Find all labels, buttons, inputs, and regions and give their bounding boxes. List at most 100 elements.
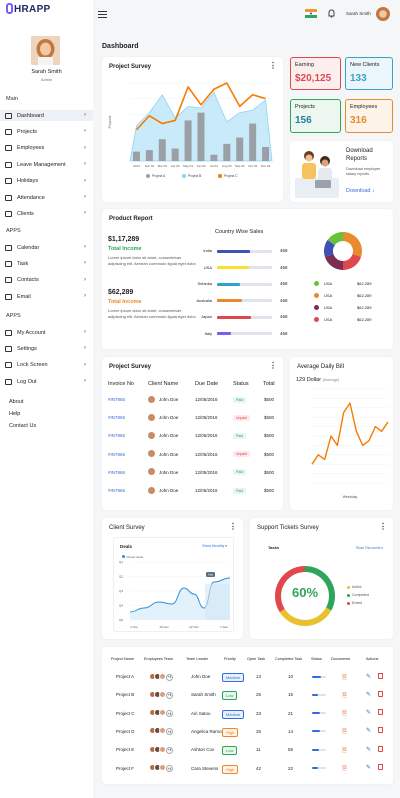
- country-value: 468: [280, 248, 288, 253]
- y-axis-label: Projects: [108, 115, 112, 128]
- legend-dot: [314, 293, 319, 298]
- sidebar-app-1[interactable]: Task ›: [0, 258, 93, 269]
- delete-icon[interactable]: [378, 764, 383, 770]
- status-badge: Paid: [233, 432, 247, 439]
- y-tick-label: Q2: [119, 575, 123, 579]
- more-options-icon[interactable]: ⋮: [269, 62, 277, 70]
- team-extra-count: +4: [166, 746, 173, 754]
- sidebar-app2-0[interactable]: My Account ›: [0, 327, 93, 338]
- sidebar-item-4[interactable]: Holidays ›: [0, 176, 93, 187]
- document-icon[interactable]: 🗎: [342, 709, 347, 719]
- bar-project-a: [223, 143, 231, 161]
- edit-icon[interactable]: ✎: [366, 764, 371, 771]
- y-tick-label: Q3: [119, 589, 123, 593]
- nav-label: Task: [17, 260, 29, 267]
- sidebar-app2-2[interactable]: Lock Screen ›: [0, 360, 93, 371]
- invoice-link[interactable]: #IN7865: [108, 433, 125, 438]
- legend-label: Project A: [152, 174, 166, 178]
- sidebar-app-0[interactable]: Calendar ›: [0, 242, 93, 253]
- sidebar-item-3[interactable]: Leave Management ›: [0, 159, 93, 170]
- sidebar-app2-3[interactable]: Log Out ›: [0, 376, 93, 387]
- document-icon[interactable]: 🗎: [342, 673, 347, 683]
- product-report-title: Product Report: [109, 216, 153, 222]
- edit-icon[interactable]: ✎: [366, 691, 371, 698]
- document-icon[interactable]: 🗎: [342, 691, 347, 701]
- tasks-filter-link[interactable]: Show This month ▾: [356, 546, 383, 550]
- nav-icon: [5, 378, 12, 385]
- more-options-icon[interactable]: ⋮: [269, 362, 277, 370]
- invoice-link[interactable]: #IN7865: [108, 488, 125, 493]
- chevron-right-icon: ›: [84, 112, 86, 118]
- sidebar-item-0[interactable]: Dashboard ›: [0, 110, 93, 121]
- sidebar-app-3[interactable]: Email ›: [0, 291, 93, 302]
- delete-icon[interactable]: [378, 690, 383, 697]
- sidebar-app2-1[interactable]: Settings ›: [0, 343, 93, 354]
- sidebar-item-1[interactable]: Projects ›: [0, 126, 93, 137]
- country-bar: [217, 249, 272, 253]
- download-link[interactable]: Download ↓: [346, 188, 375, 194]
- document-icon[interactable]: 🗎: [342, 746, 347, 756]
- link-about[interactable]: About: [9, 399, 23, 405]
- invoice-link[interactable]: #IN7865: [108, 397, 125, 402]
- delete-icon[interactable]: [378, 672, 383, 679]
- delete-icon[interactable]: [378, 745, 383, 752]
- chevron-right-icon: ›: [84, 260, 86, 267]
- edit-icon[interactable]: ✎: [366, 673, 371, 680]
- nav-icon: [5, 112, 12, 119]
- open-task-count: 13: [256, 674, 262, 679]
- deals-title: Deals: [120, 544, 133, 549]
- sidebar-app-2[interactable]: Contacts ›: [0, 275, 93, 286]
- user-avatar[interactable]: [31, 36, 60, 65]
- invoice-link[interactable]: #IN7865: [108, 470, 125, 475]
- invoice-total: $500: [264, 469, 275, 475]
- menu-toggle-icon[interactable]: [98, 11, 107, 18]
- sidebar-item-6[interactable]: Clients ›: [0, 208, 93, 219]
- chevron-right-icon: ›: [84, 345, 86, 352]
- invoice-link[interactable]: #IN7865: [108, 415, 125, 420]
- daily-bill-title: Average Daily Bill: [297, 364, 344, 370]
- app-logo[interactable]: HRAPP: [6, 3, 51, 15]
- bar-project-a: [197, 112, 205, 161]
- sidebar-item-5[interactable]: Attendance ›: [0, 192, 93, 203]
- stat-new-clients[interactable]: New Clients 133: [345, 57, 393, 90]
- document-icon[interactable]: 🗎: [342, 727, 347, 737]
- header-avatar[interactable]: [376, 7, 390, 21]
- status-badge: Paid: [233, 487, 247, 494]
- sidebar-item-2[interactable]: Employees ›: [0, 143, 93, 154]
- donut-slice: [324, 254, 343, 270]
- edit-icon[interactable]: ✎: [366, 709, 371, 716]
- country-name: USA: [203, 264, 212, 270]
- link-help[interactable]: Help: [9, 411, 20, 417]
- column-header: Open Task: [247, 657, 266, 661]
- stat-earning[interactable]: Earning $20,125: [290, 57, 341, 90]
- country-bar: [217, 266, 272, 269]
- flag-india-icon[interactable]: [305, 9, 317, 18]
- header-user-name[interactable]: Sarah Smith: [346, 11, 371, 16]
- team-leader: Airi Satou: [191, 710, 211, 716]
- more-options-icon[interactable]: ⋮: [229, 523, 237, 531]
- download-title: Download Reports: [346, 148, 373, 162]
- deals-filter-link[interactable]: Show Monthly ▾: [202, 544, 227, 548]
- delete-icon[interactable]: [378, 709, 383, 716]
- edit-icon[interactable]: ✎: [366, 727, 371, 734]
- logo-icon: [6, 3, 13, 14]
- client-survey-title: Client Survey: [109, 525, 145, 531]
- x-axis-label: Weekday: [343, 495, 358, 499]
- country-name: Australia: [196, 297, 212, 303]
- client-avatar: [148, 431, 155, 439]
- bell-icon[interactable]: [327, 9, 336, 18]
- invoice-link[interactable]: #IN7865: [108, 452, 125, 457]
- legend-dot: [347, 594, 350, 597]
- column-header: Invoice No: [108, 381, 134, 387]
- edit-icon[interactable]: ✎: [366, 746, 371, 753]
- link-contact[interactable]: Contact Us: [9, 423, 36, 429]
- legend-label: Active: [352, 585, 362, 589]
- due-date: 12/05/2016: [195, 488, 218, 493]
- stat-employees[interactable]: Employees 316: [345, 99, 393, 133]
- status-progress: [312, 730, 326, 733]
- stat-projects[interactable]: Projects 156: [290, 99, 341, 133]
- tickets-percent: 60%: [291, 585, 319, 600]
- delete-icon[interactable]: [378, 727, 383, 734]
- document-icon[interactable]: 🗎: [342, 764, 347, 774]
- more-options-icon[interactable]: ⋮: [379, 523, 387, 531]
